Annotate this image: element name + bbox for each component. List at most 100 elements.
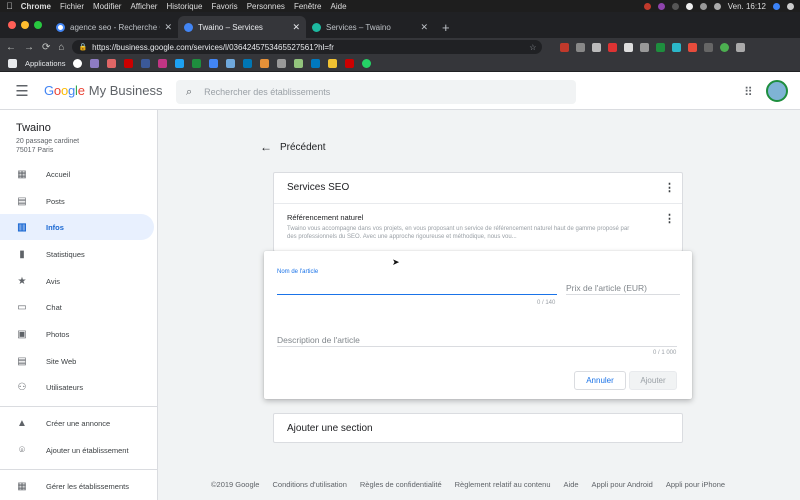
bookmark-icon[interactable]: [73, 59, 83, 68]
footer-link-terms[interactable]: Conditions d'utilisation: [272, 480, 346, 489]
reload-icon[interactable]: ⟳: [42, 42, 50, 53]
avatar[interactable]: [766, 80, 788, 102]
browser-tab[interactable]: Services – Twaino ✕: [306, 16, 434, 38]
search-input[interactable]: ⌕ Rechercher des établissements: [176, 80, 576, 104]
back-link[interactable]: ← Précédent: [260, 140, 326, 154]
youtube-icon[interactable]: [124, 59, 134, 68]
browser-tab-active[interactable]: Twaino – Services ✕: [178, 16, 306, 38]
sidebar-item-posts[interactable]: ▤ Posts: [0, 188, 154, 214]
instagram-icon[interactable]: [158, 59, 168, 68]
wifi-icon[interactable]: [699, 2, 707, 10]
sidebar-item-accueil[interactable]: ▦ Accueil: [0, 161, 154, 187]
whatsapp-icon[interactable]: [362, 59, 372, 68]
menu-chrome[interactable]: Chrome: [21, 2, 51, 11]
sidebar-item-create-ad[interactable]: ▲ Créer une annonce: [0, 410, 154, 436]
status-app-icon[interactable]: [671, 2, 679, 10]
sidebar-item-site-web[interactable]: ▤ Site Web: [0, 348, 154, 374]
extension-icon[interactable]: [672, 42, 682, 52]
more-vert-icon[interactable]: ⋮: [664, 181, 675, 194]
footer-link-iphone[interactable]: Appli pour iPhone: [666, 480, 725, 489]
lock-icon[interactable]: 🔒: [78, 43, 87, 51]
footer-link-privacy[interactable]: Règles de confidentialité: [360, 480, 442, 489]
clock[interactable]: Ven. 16:12: [728, 2, 766, 11]
menu-personnes[interactable]: Personnes: [247, 2, 285, 11]
menu-modifier[interactable]: Modifier: [93, 2, 121, 11]
extension-icon[interactable]: [704, 42, 714, 52]
profile-icon[interactable]: [720, 42, 730, 52]
apple-icon[interactable]: : [6, 1, 13, 11]
extension-icon[interactable]: [640, 42, 650, 52]
status-app-icon[interactable]: [657, 2, 665, 10]
chrome-menu-icon[interactable]: [736, 42, 746, 52]
bookmark-icon[interactable]: [192, 59, 202, 68]
sidebar-item-add-location[interactable]: ⌾ Ajouter un établissement: [0, 437, 154, 463]
minimize-window-button[interactable]: [21, 21, 29, 29]
extension-icon[interactable]: [656, 42, 666, 52]
address-bar[interactable]: 🔒 https://business.google.com/services/l…: [72, 40, 543, 54]
sidebar-item-statistiques[interactable]: ▮ Statistiques: [0, 241, 154, 267]
close-tab-icon[interactable]: ✕: [164, 22, 172, 33]
extension-icon[interactable]: [560, 42, 570, 52]
sidebar-item-utilisateurs[interactable]: ⚇ Utilisateurs: [0, 374, 154, 400]
back-icon[interactable]: ←: [6, 42, 16, 53]
bookmark-star-icon[interactable]: ☆: [529, 43, 536, 52]
forward-icon[interactable]: →: [24, 42, 34, 53]
linkedin-icon[interactable]: [243, 59, 253, 68]
apps-grid-icon[interactable]: [8, 59, 17, 68]
apps-grid-icon[interactable]: ⠿: [744, 85, 753, 99]
bookmark-icon[interactable]: [209, 59, 219, 68]
zoom-window-button[interactable]: [34, 21, 42, 29]
bookmark-icon[interactable]: [328, 59, 338, 68]
sidebar-item-photos[interactable]: ▣ Photos: [0, 321, 154, 347]
bookmark-icon[interactable]: [90, 59, 100, 68]
extension-icon[interactable]: [688, 42, 698, 52]
close-window-button[interactable]: [8, 21, 16, 29]
footer-link-android[interactable]: Appli pour Android: [592, 480, 653, 489]
sidebar-item-avis[interactable]: ★ Avis: [0, 268, 154, 294]
bookmark-icon[interactable]: [260, 59, 270, 68]
sidebar-item-infos[interactable]: ▥ Infos: [0, 214, 154, 240]
cancel-button[interactable]: Annuler: [574, 371, 626, 390]
siri-icon[interactable]: [773, 2, 780, 10]
extension-icon[interactable]: [576, 42, 586, 52]
notification-center-icon[interactable]: [787, 2, 794, 10]
bookmark-icon[interactable]: [107, 59, 117, 68]
extension-icon[interactable]: [624, 42, 634, 52]
bookmark-icon[interactable]: [226, 59, 236, 68]
menu-historique[interactable]: Historique: [166, 2, 202, 11]
add-button[interactable]: Ajouter: [629, 371, 677, 390]
footer-link-content-policy[interactable]: Règlement relatif au contenu: [455, 480, 551, 489]
twitter-icon[interactable]: [175, 59, 185, 68]
bookmark-icon[interactable]: [277, 59, 287, 68]
extension-icon[interactable]: [592, 42, 602, 52]
bookmark-icon[interactable]: [294, 59, 304, 68]
new-tab-button[interactable]: +: [434, 16, 458, 38]
bookmark-applications[interactable]: Applications: [25, 59, 65, 68]
footer-link-help[interactable]: Aide: [564, 480, 579, 489]
cloud-icon[interactable]: [685, 2, 693, 10]
close-tab-icon[interactable]: ✕: [292, 22, 300, 33]
battery-icon[interactable]: [713, 2, 721, 10]
service-title[interactable]: Référencement naturel: [287, 213, 363, 222]
main-menu-icon[interactable]: ☰: [0, 82, 44, 100]
sidebar-item-manage-locations[interactable]: ▦ Gérer les établissements: [0, 473, 154, 499]
price-input[interactable]: Prix de l'article (EUR): [566, 283, 647, 293]
home-icon[interactable]: ⌂: [58, 42, 64, 53]
menu-aide[interactable]: Aide: [331, 2, 347, 11]
add-section-button[interactable]: Ajouter une section: [273, 413, 683, 443]
menu-fenetre[interactable]: Fenêtre: [294, 2, 322, 11]
close-tab-icon[interactable]: ✕: [420, 22, 428, 33]
more-vert-icon[interactable]: ⋮: [664, 212, 675, 225]
pinterest-icon[interactable]: [608, 42, 618, 52]
google-my-business-logo[interactable]: Google My Business: [44, 83, 162, 98]
browser-tab[interactable]: agence seo - Recherche Google ✕: [50, 16, 178, 38]
item-name-input[interactable]: [277, 277, 557, 294]
description-input[interactable]: Description de l'article: [277, 335, 360, 345]
menu-favoris[interactable]: Favoris: [211, 2, 237, 11]
bookmark-icon[interactable]: [345, 59, 355, 68]
facebook-icon[interactable]: [141, 59, 151, 68]
trello-icon[interactable]: [311, 59, 321, 68]
sidebar-item-chat[interactable]: ▭ Chat: [0, 294, 154, 320]
menu-fichier[interactable]: Fichier: [60, 2, 84, 11]
status-app-icon[interactable]: [643, 2, 651, 10]
